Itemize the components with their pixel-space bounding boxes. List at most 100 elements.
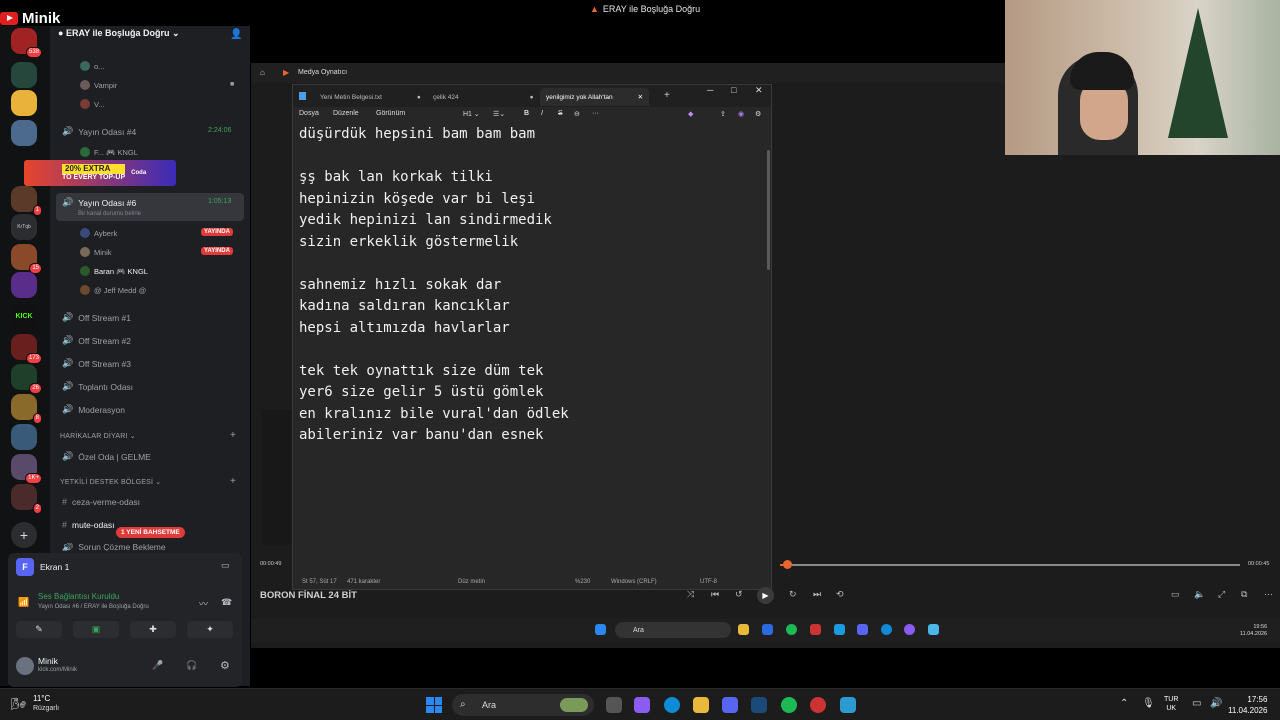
link-icon[interactable]: ⊖	[574, 110, 580, 118]
screen-share-button[interactable]: ▣	[73, 621, 119, 638]
voice-user[interactable]: Ayberk	[80, 228, 117, 238]
scrollbar[interactable]	[767, 150, 770, 270]
play-button[interactable]: ▶	[757, 587, 774, 604]
next-icon[interactable]: ⏭	[813, 589, 821, 600]
disconnect-icon[interactable]: ☎	[221, 597, 232, 608]
weather-icon[interactable]: 🌬	[11, 697, 26, 711]
minimize-icon[interactable]: ─	[707, 85, 713, 95]
voice-user[interactable]: Minik	[80, 247, 112, 257]
seek-bar[interactable]	[780, 564, 1240, 566]
volume-icon[interactable]: 🔊	[1210, 698, 1222, 709]
profile-icon[interactable]: ◉	[738, 110, 744, 118]
promo-banner[interactable]: 20% EXTRA TO EVERY TOP-UP Coda	[24, 160, 176, 186]
share-icon[interactable]: ⇪	[720, 110, 726, 118]
screen-share-indicator[interactable]: F Ekran 1	[16, 558, 69, 576]
voice-user[interactable]: V...	[80, 99, 105, 109]
category-yetkili[interactable]: YETKİLİ DESTEK BÖLGESİ ⌄	[60, 478, 161, 486]
server-icon[interactable]: 1K+	[11, 454, 42, 484]
start-icon[interactable]	[595, 624, 606, 635]
strikethrough-icon[interactable]: S	[558, 110, 563, 117]
file-explorer-icon[interactable]	[738, 624, 749, 635]
microphone-icon[interactable]: 🎤	[152, 660, 163, 671]
server-icon[interactable]: 26	[11, 364, 42, 394]
server-icon[interactable]	[11, 424, 37, 450]
discord-icon[interactable]	[722, 697, 738, 713]
voice-user[interactable]: o...	[80, 61, 104, 71]
channel-off-stream-1[interactable]: 🔊 Off Stream #1	[62, 312, 131, 323]
network-icon[interactable]: ▭	[1192, 698, 1201, 709]
avatar[interactable]	[16, 657, 34, 675]
channel-off-stream-2[interactable]: 🔊 Off Stream #2	[62, 335, 131, 346]
shuffle-icon[interactable]: ⤨	[687, 589, 694, 600]
channel-toplanti[interactable]: 🔊 Toplantı Odası	[62, 381, 133, 392]
notepad-text-area[interactable]: düşürdük hepsini bam bam bam şş bak lan …	[299, 124, 569, 447]
channel-ozel-oda[interactable]: 🔊 Özel Oda | GELME	[62, 451, 151, 462]
channel-sorun-cozme[interactable]: 🔊 Sorun Çözme Bekleme	[62, 543, 166, 551]
repeat-off-icon[interactable]: ⟲	[836, 589, 844, 600]
activities-button[interactable]: ✚	[130, 621, 176, 638]
app-icon[interactable]	[810, 624, 821, 635]
channel-moderasyon[interactable]: 🔊 Moderasyon	[62, 404, 125, 415]
channel-yayin-6[interactable]: 🔊 Yayın Odası #6	[62, 197, 136, 208]
kick-server-icon[interactable]: KICK	[11, 304, 37, 330]
add-user-icon[interactable]: 👤	[230, 29, 242, 40]
inner-search[interactable]: Ara	[615, 622, 731, 638]
home-icon[interactable]: ⌂	[260, 68, 265, 77]
voice-user[interactable]: Baran 🎮 KNGL	[80, 266, 148, 276]
new-tab-icon[interactable]: +	[664, 90, 670, 101]
headphones-icon[interactable]: 🎧	[186, 660, 197, 671]
copilot-icon[interactable]	[634, 697, 650, 713]
voice-channel-path[interactable]: Yayın Odası #6 / ERAY ile Boşluğa Doğru	[38, 604, 149, 610]
voice-user[interactable]: F... 🎮 KNGL	[80, 147, 138, 157]
media-player-icon[interactable]	[904, 624, 915, 635]
more-options-icon[interactable]: ⋯	[1264, 589, 1273, 600]
server-icon[interactable]: 538	[11, 28, 42, 58]
category-harikalar[interactable]: HARİKALAR DİYARI ⌄	[60, 432, 136, 440]
miniplayer-icon[interactable]: ⧉	[1241, 589, 1247, 600]
settings-gear-icon[interactable]: ⚙	[220, 659, 230, 672]
channel-ceza-verme[interactable]: # ceza-verme-odası	[62, 497, 140, 507]
copilot-icon[interactable]: ◆	[688, 110, 693, 118]
app-icon[interactable]	[840, 697, 856, 713]
bold-icon[interactable]: B	[524, 110, 529, 117]
add-server-icon[interactable]: +	[11, 522, 37, 548]
steam-icon[interactable]	[834, 624, 845, 635]
add-channel-icon[interactable]: +	[230, 476, 236, 487]
menu-dosya[interactable]: Dosya	[299, 110, 319, 117]
maximize-icon[interactable]: □	[731, 85, 736, 95]
heading-dropdown[interactable]: H1 ⌄	[463, 110, 480, 118]
tray-chevron-icon[interactable]: ⌃	[1120, 698, 1128, 709]
inner-clock[interactable]: 19:56 11.04.2026	[1240, 624, 1267, 638]
seek-knob[interactable]	[783, 560, 792, 569]
close-icon[interactable]: ✕	[755, 85, 763, 96]
close-tab-icon[interactable]: ✕	[638, 93, 643, 101]
file-explorer-icon[interactable]	[693, 697, 709, 713]
menu-gorunum[interactable]: Görünüm	[376, 110, 405, 117]
soundboard-button[interactable]: ✦	[187, 621, 233, 638]
taskbar-clock[interactable]: 17:56 11.04.2026	[1228, 694, 1267, 716]
server-icon[interactable]: KrTqb	[11, 214, 37, 240]
more-icon[interactable]: ···	[592, 110, 599, 117]
server-icon[interactable]	[11, 90, 37, 116]
channel-off-stream-3[interactable]: 🔊 Off Stream #3	[62, 358, 131, 369]
server-name[interactable]: ● ERAY ile Boşluğa Doğru ⌄	[58, 28, 180, 39]
store-icon[interactable]	[762, 624, 773, 635]
spotify-icon[interactable]	[781, 697, 797, 713]
language-indicator[interactable]: TUR UK	[1164, 695, 1178, 713]
tab-yenilgimiz[interactable]: yenilgimiz yok Allah'tan ✕	[540, 88, 650, 106]
server-icon[interactable]: 173	[11, 334, 42, 364]
subtitles-icon[interactable]: ▭	[1171, 589, 1180, 600]
tray-mic-icon[interactable]: 🎙	[1142, 698, 1155, 709]
camera-button[interactable]: ✎	[16, 621, 62, 638]
voice-user[interactable]: @ Jeff Medd @	[80, 285, 146, 295]
settings-icon[interactable]: ⚙	[755, 110, 761, 118]
channel-status[interactable]: Bir kanal durumu belirle	[78, 211, 141, 217]
discord-icon[interactable]	[857, 624, 868, 635]
forward-icon[interactable]: ↻	[789, 589, 797, 600]
server-icon[interactable]: 1	[11, 186, 42, 216]
server-icon[interactable]	[11, 62, 37, 88]
volume-icon[interactable]: 🔈	[1194, 589, 1205, 600]
channel-mute-odasi[interactable]: # mute-odası	[62, 520, 115, 530]
edge-icon[interactable]	[881, 624, 892, 635]
weather-temp[interactable]: 11°C	[33, 694, 50, 703]
